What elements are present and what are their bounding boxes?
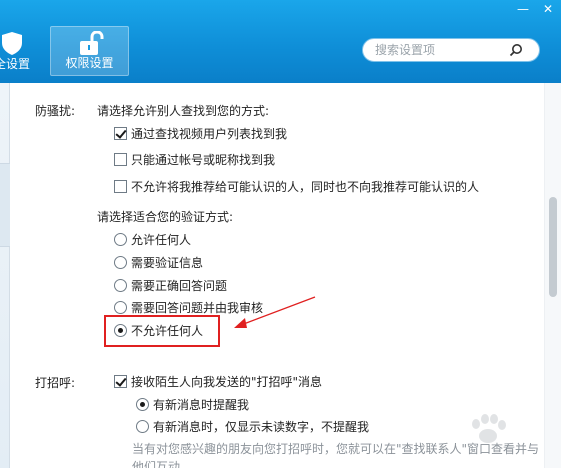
greeting-receive-option[interactable]: 接收陌生人向我发送的"打招呼"消息 xyxy=(114,373,322,390)
option-label: 需要验证信息 xyxy=(131,256,204,270)
option-label: 不允许将我推荐给可能认识的人，同时也不向我推荐可能认识的人 xyxy=(131,180,480,194)
option-label: 有新消息时，仅显示未读数字，不提醒我 xyxy=(153,420,370,434)
tab-label: 全设置 xyxy=(0,57,30,71)
search-icon[interactable] xyxy=(509,43,523,57)
find-option-no-recommend[interactable]: 不允许将我推荐给可能认识的人，同时也不向我推荐可能认识的人 xyxy=(114,178,479,195)
verify-option-allow-anyone[interactable]: 允许任何人 xyxy=(114,231,191,248)
section-label-greeting: 打招呼: xyxy=(35,376,76,390)
window-controls: — ✕ xyxy=(511,0,561,18)
radio[interactable] xyxy=(114,256,127,269)
checkbox[interactable] xyxy=(114,127,127,140)
checkbox[interactable] xyxy=(114,153,127,166)
option-label: 需要正确回答问题 xyxy=(131,279,228,293)
verify-option-need-info[interactable]: 需要验证信息 xyxy=(114,254,203,271)
shield-icon xyxy=(2,32,22,55)
checkbox[interactable] xyxy=(114,180,127,193)
option-label: 允许任何人 xyxy=(131,233,192,247)
settings-window: — ✕ 全设置 权限设置 xyxy=(0,0,561,468)
close-button[interactable]: ✕ xyxy=(535,0,561,18)
find-option-account-only[interactable]: 只能通过帐号或昵称找到我 xyxy=(114,151,275,168)
paw-watermark-icon xyxy=(472,414,506,443)
header-bar: — ✕ 全设置 权限设置 xyxy=(0,0,561,83)
section-label-anti-harass: 防骚扰: xyxy=(35,104,76,118)
greeting-notify-count-only[interactable]: 有新消息时，仅显示未读数字，不提醒我 xyxy=(136,418,369,435)
radio[interactable] xyxy=(136,420,149,433)
verify-option-answer-question[interactable]: 需要正确回答问题 xyxy=(114,277,227,294)
radio[interactable] xyxy=(136,398,149,411)
find-option-video-list[interactable]: 通过查找视频用户列表找到我 xyxy=(114,125,287,142)
radio[interactable] xyxy=(114,301,127,314)
verify-method-prompt: 请选择适合您的验证方式: xyxy=(97,210,234,224)
tab-security-settings[interactable]: 全设置 xyxy=(0,26,38,76)
find-method-prompt: 请选择允许别人查找到您的方式: xyxy=(97,104,270,118)
checkbox[interactable] xyxy=(114,375,127,388)
scrollbar-thumb[interactable] xyxy=(549,197,557,297)
sidebar-tab[interactable] xyxy=(0,163,10,247)
radio[interactable] xyxy=(114,233,127,246)
sidebar-edge xyxy=(0,83,10,468)
radio[interactable] xyxy=(114,279,127,292)
unlock-icon xyxy=(80,31,104,55)
search-box[interactable] xyxy=(362,38,540,62)
search-input[interactable] xyxy=(375,43,515,57)
greeting-notify-remind[interactable]: 有新消息时提醒我 xyxy=(136,396,249,413)
option-label: 通过查找视频用户列表找到我 xyxy=(131,127,288,141)
minimize-button[interactable]: — xyxy=(511,0,535,18)
tab-permission-settings[interactable]: 权限设置 xyxy=(50,26,129,76)
option-label: 接收陌生人向我发送的"打招呼"消息 xyxy=(131,375,323,389)
option-label: 有新消息时提醒我 xyxy=(153,398,250,412)
annotation-arrow-icon xyxy=(234,296,316,328)
option-label: 只能通过帐号或昵称找到我 xyxy=(131,153,276,167)
annotation-highlight-box xyxy=(104,315,220,347)
